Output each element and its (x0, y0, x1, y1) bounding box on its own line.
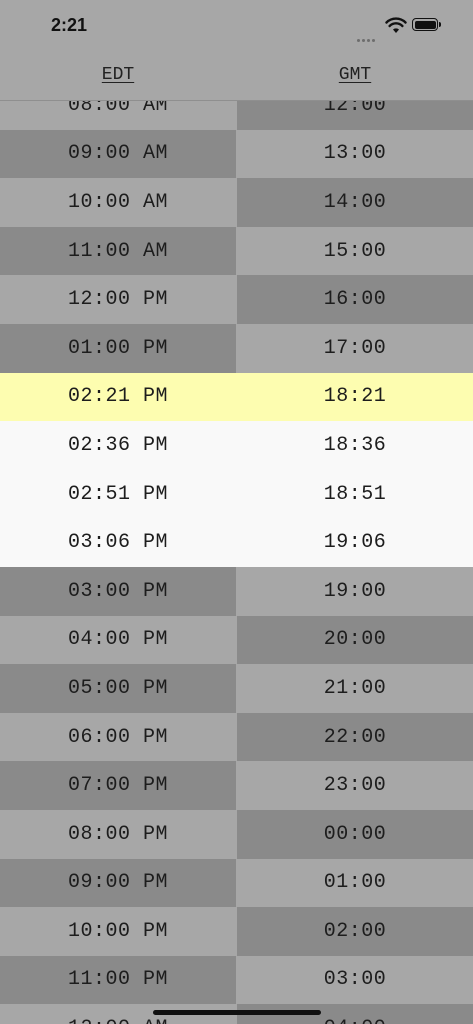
time-row[interactable]: 09:00 AM 13:00 (0, 129, 473, 179)
gmt-time-cell: 14:00 (237, 178, 473, 227)
local-time-cell: 05:00 PM (0, 664, 236, 713)
current-time-row[interactable]: 02:21 PM 18:21 (0, 372, 473, 422)
local-time-cell: 09:00 AM (0, 129, 236, 179)
gmt-time-cell: 22:00 (237, 712, 473, 762)
time-row[interactable]: 07:00 PM 23:00 (0, 761, 473, 810)
battery-icon (412, 18, 441, 31)
local-time-cell: 02:36 PM (67, 433, 168, 457)
wifi-icon (385, 17, 407, 33)
gmt-time-cell: 16:00 (237, 275, 473, 324)
right-timezone-label[interactable]: GMT (237, 65, 473, 85)
time-conversion-list[interactable]: 08:00 AM 12:00 09:00 AM 13:00 10:00 AM 14:00 1… (0, 81, 473, 1024)
time-row[interactable]: 04:00 PM 20:00 (0, 615, 473, 665)
gmt-time-cell: 18:36 (323, 433, 387, 457)
gmt-time-cell: 19:06 (323, 531, 387, 555)
status-time: 2:21 (51, 15, 88, 35)
time-row[interactable]: 11:00 AM 15:00 (0, 226, 473, 276)
local-time-cell: 10:00 PM (0, 907, 236, 956)
gmt-time-cell: 18:21 (323, 385, 387, 409)
local-time-cell: 02:21 PM (67, 385, 168, 409)
time-row[interactable]: 05:00 PM 21:00 (0, 664, 473, 713)
gmt-time-cell: 03:00 (237, 955, 473, 1005)
time-row[interactable]: 10:00 PM 02:00 (0, 907, 473, 956)
gmt-time-cell: 19:00 (237, 566, 473, 616)
time-row[interactable]: 12:00 PM 16:00 (0, 275, 473, 324)
time-row[interactable]: 03:00 PM 19:00 (0, 566, 473, 616)
local-time-cell: 03:06 PM (67, 531, 168, 555)
time-row[interactable]: 10:00 AM 14:00 (0, 178, 473, 227)
local-time-cell: 07:00 PM (0, 761, 236, 810)
gmt-time-cell: 15:00 (237, 226, 473, 276)
cellular-signal-icon (357, 29, 377, 47)
status-bar: 2:21 (0, 0, 473, 58)
time-row[interactable]: 02:51 PM 18:51 (0, 469, 473, 519)
local-time-cell: 02:51 PM (67, 482, 168, 506)
local-time-cell: 10:00 AM (0, 178, 236, 227)
gmt-time-cell: 21:00 (237, 664, 473, 713)
gmt-time-cell: 20:00 (237, 615, 473, 665)
local-time-cell: 04:00 PM (0, 615, 236, 665)
home-indicator[interactable] (153, 1010, 321, 1015)
local-time-cell: 11:00 AM (0, 226, 236, 276)
time-row[interactable]: 03:06 PM 19:06 (0, 518, 473, 567)
gmt-time-cell: 00:00 (237, 809, 473, 859)
timezone-header: EDT GMT (0, 58, 473, 101)
local-time-cell: 12:00 PM (0, 275, 236, 324)
gmt-time-cell: 18:51 (323, 482, 387, 506)
time-row[interactable]: 02:36 PM 18:36 (0, 421, 473, 470)
time-row[interactable]: 08:00 PM 00:00 (0, 809, 473, 859)
local-time-cell: 08:00 PM (0, 809, 236, 859)
gmt-time-cell: 17:00 (237, 323, 473, 373)
time-row[interactable]: 06:00 PM 22:00 (0, 712, 473, 762)
gmt-time-cell: 02:00 (237, 907, 473, 956)
local-time-cell: 06:00 PM (0, 712, 236, 762)
gmt-time-cell: 01:00 (237, 858, 473, 908)
time-row[interactable]: 11:00 PM 03:00 (0, 955, 473, 1005)
local-time-cell: 01:00 PM (0, 323, 236, 373)
time-row[interactable]: 09:00 PM 01:00 (0, 858, 473, 908)
gmt-time-cell: 13:00 (237, 129, 473, 179)
local-time-cell: 03:00 PM (0, 566, 236, 616)
gmt-time-cell: 23:00 (237, 761, 473, 810)
local-time-cell: 09:00 PM (0, 858, 236, 908)
local-time-cell: 11:00 PM (0, 955, 236, 1005)
time-row[interactable]: 01:00 PM 17:00 (0, 323, 473, 373)
left-timezone-label[interactable]: EDT (0, 65, 236, 85)
